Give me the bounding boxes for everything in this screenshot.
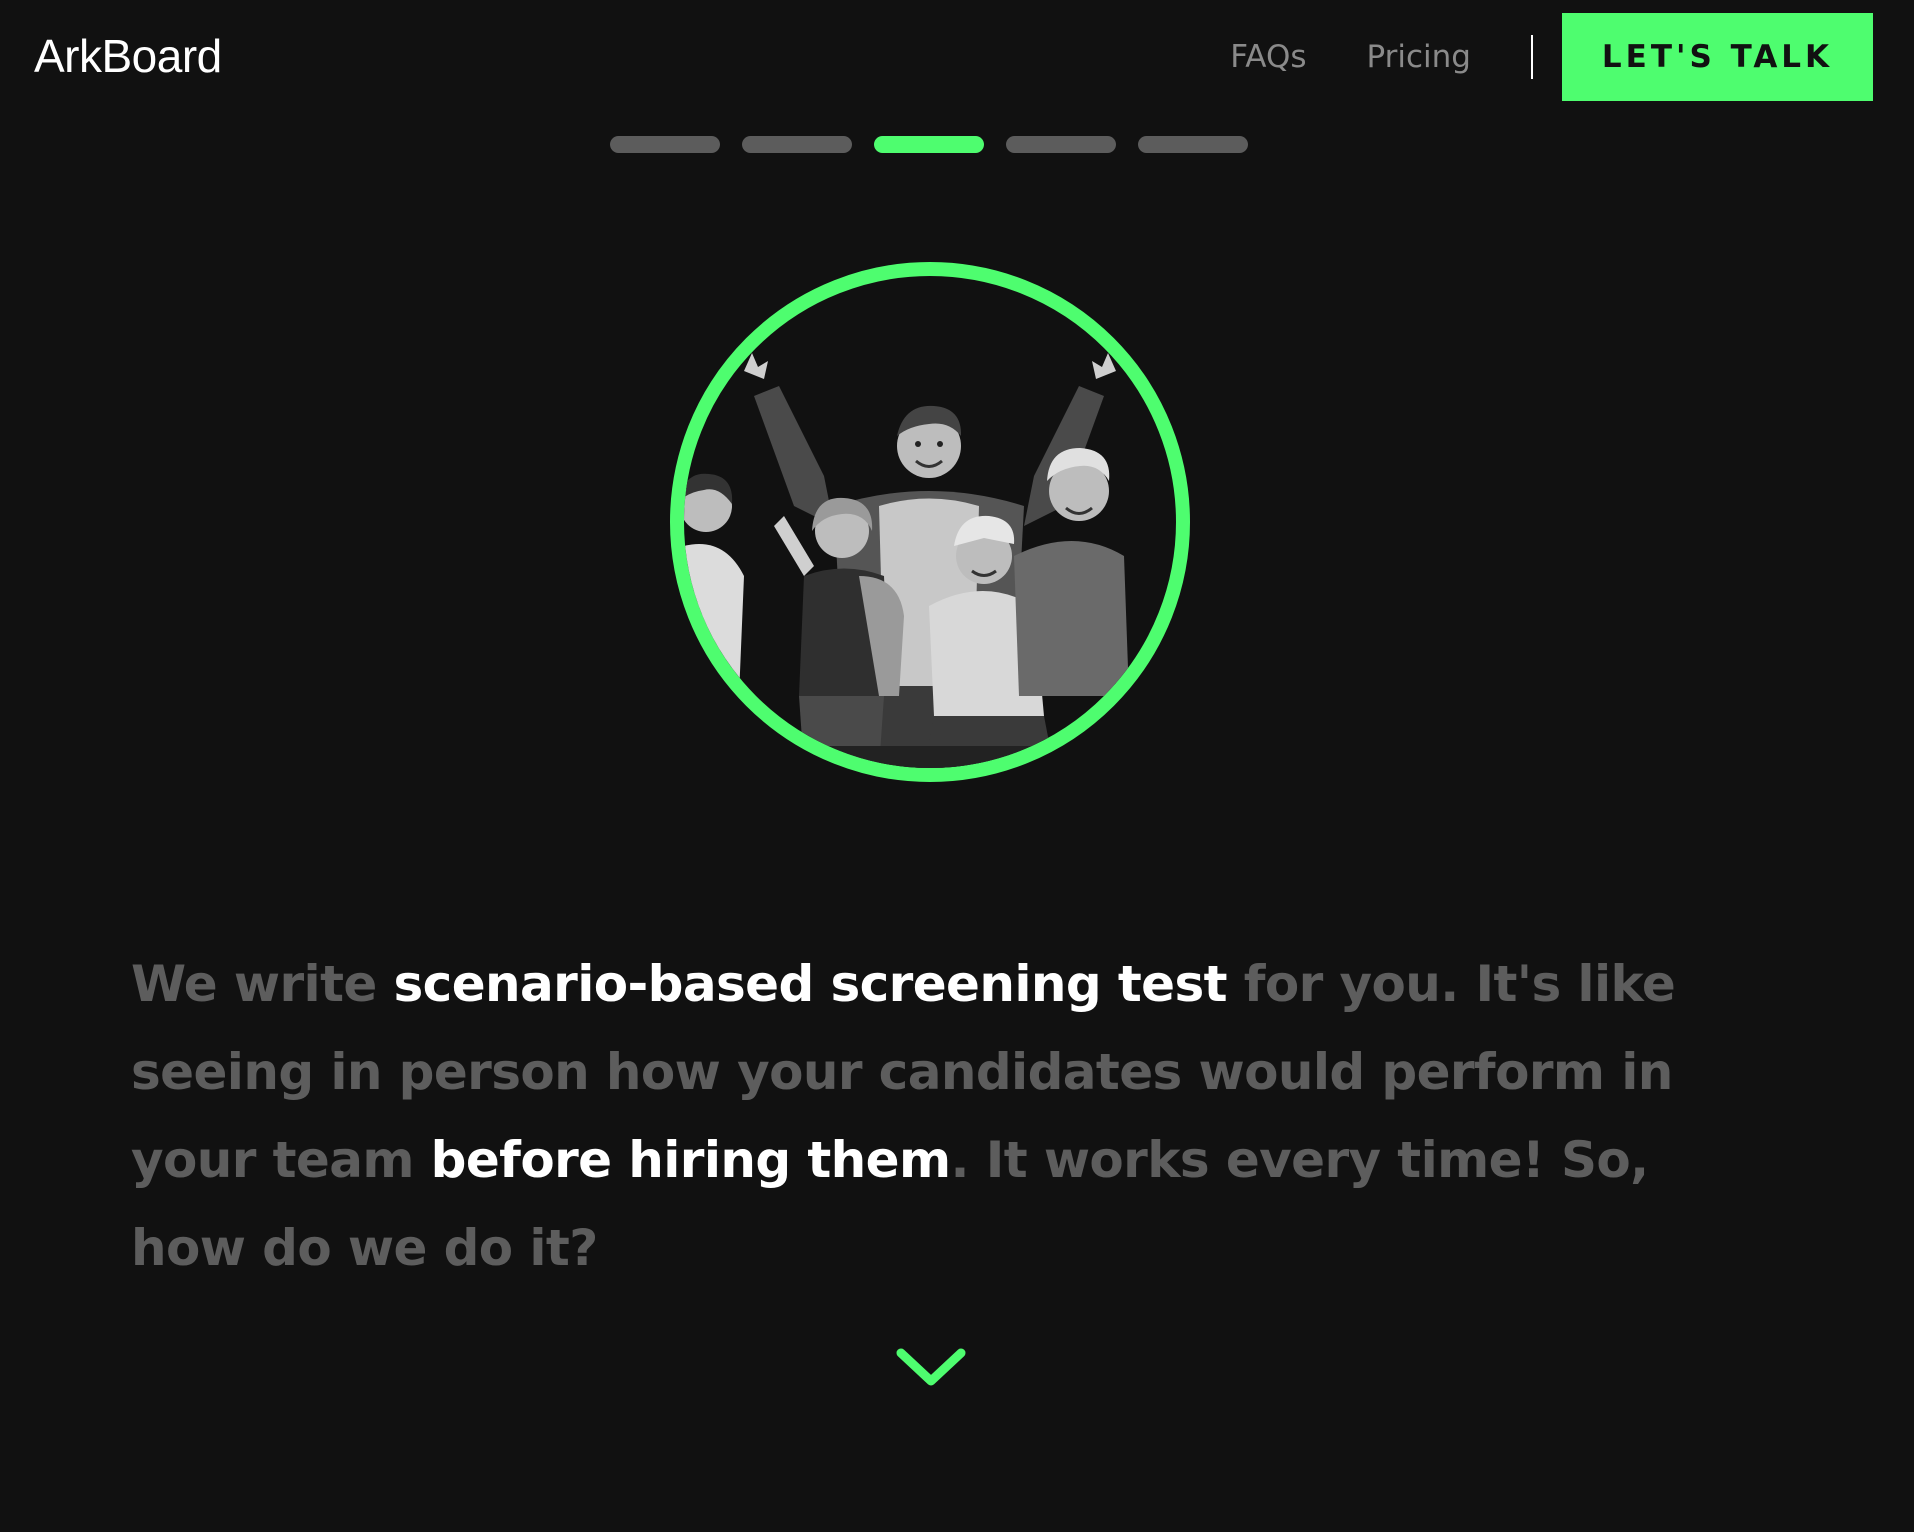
intro-highlight-2: before hiring them bbox=[430, 1131, 951, 1189]
nav-divider bbox=[1531, 35, 1533, 79]
progress-segment-3-active[interactable] bbox=[874, 136, 984, 153]
progress-segment-1[interactable] bbox=[610, 136, 720, 153]
nav-link-pricing[interactable]: Pricing bbox=[1367, 39, 1472, 75]
people-celebrating-illustration bbox=[684, 353, 1176, 768]
intro-highlight-1: scenario-based screening test bbox=[393, 955, 1228, 1013]
progress-segment-4[interactable] bbox=[1006, 136, 1116, 153]
top-nav: FAQs Pricing LET'S TALK bbox=[1230, 13, 1873, 101]
intro-text-1: We write bbox=[131, 955, 394, 1013]
lets-talk-button[interactable]: LET'S TALK bbox=[1562, 13, 1873, 101]
intro-paragraph: We write scenario-based screening test f… bbox=[131, 940, 1771, 1292]
illustration-circle bbox=[670, 262, 1190, 782]
slide-progress-indicator bbox=[610, 136, 1248, 153]
nav-link-faqs[interactable]: FAQs bbox=[1230, 39, 1306, 75]
logo[interactable]: ArkBoard bbox=[34, 26, 222, 86]
progress-segment-5[interactable] bbox=[1138, 136, 1248, 153]
chevron-down-icon[interactable] bbox=[895, 1345, 967, 1391]
progress-segment-2[interactable] bbox=[742, 136, 852, 153]
